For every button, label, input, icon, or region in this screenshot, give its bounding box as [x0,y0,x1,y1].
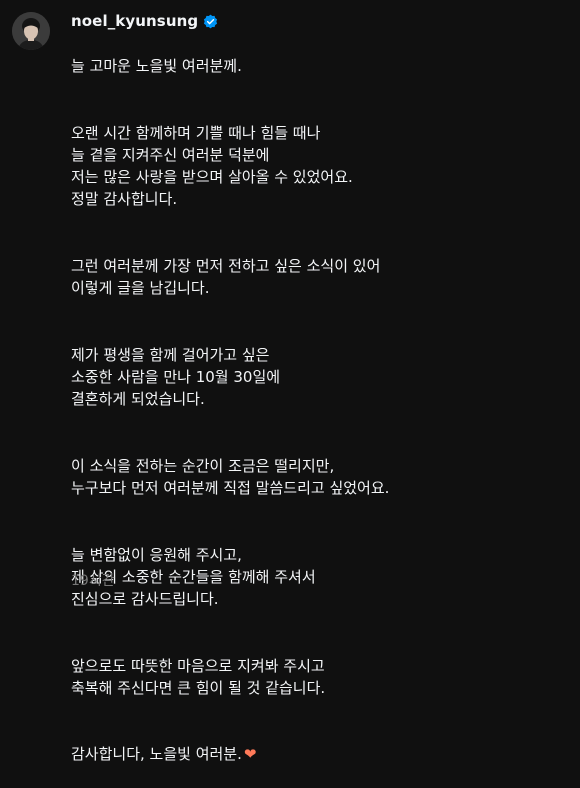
post-paragraph: 오랜 시간 함께하며 기쁠 때나 힘들 때나 늘 곁을 지켜주신 여러분 덕분에… [71,123,353,209]
post-timestamp[interactable]: 19시간 [71,570,115,590]
user-avatar[interactable] [12,12,50,50]
post-paragraph: 그런 여러분께 가장 먼저 전하고 싶은 소식이 있어 이렇게 글을 남깁니다. [71,257,381,298]
threads-post: noel_kyunsung 늘 고마운 노을빛 여러분께. 오랜 시간 함께하며… [0,0,580,763]
post-paragraph: 앞으로도 따뜻한 마음으로 지켜봐 주시고 축복해 주신다면 큰 힘이 될 것 … [71,656,326,697]
profile-avatar-icon [12,12,50,50]
verified-badge-icon [204,14,218,28]
closing-text: 감사합니다, 노을빛 여러분. [71,745,242,764]
post-header: noel_kyunsung [71,10,218,32]
heart-emoji-icon: ❤ [243,745,257,764]
post-paragraph: 늘 변함없이 응원해 주시고, 제 삶의 소중한 순간들을 함께해 주셔서 진심… [71,545,316,608]
post-paragraph: 늘 고마운 노을빛 여러분께. [71,57,242,76]
post-paragraph: 제가 평생을 함께 걸어가고 싶은 소중한 사람을 만나 10월 30일에 결혼… [71,345,281,409]
post-paragraph: 이 소식을 전하는 순간이 조금은 떨리지만, 누구보다 먼저 여러분께 직접 … [71,456,390,497]
post-body: 늘 고마운 노을빛 여러분께. 오랜 시간 함께하며 기쁠 때나 힘들 때나 늘… [71,33,571,788]
post-closing: 감사합니다, 노을빛 여러분. ❤ [71,743,571,765]
username-link[interactable]: noel_kyunsung [71,12,198,30]
